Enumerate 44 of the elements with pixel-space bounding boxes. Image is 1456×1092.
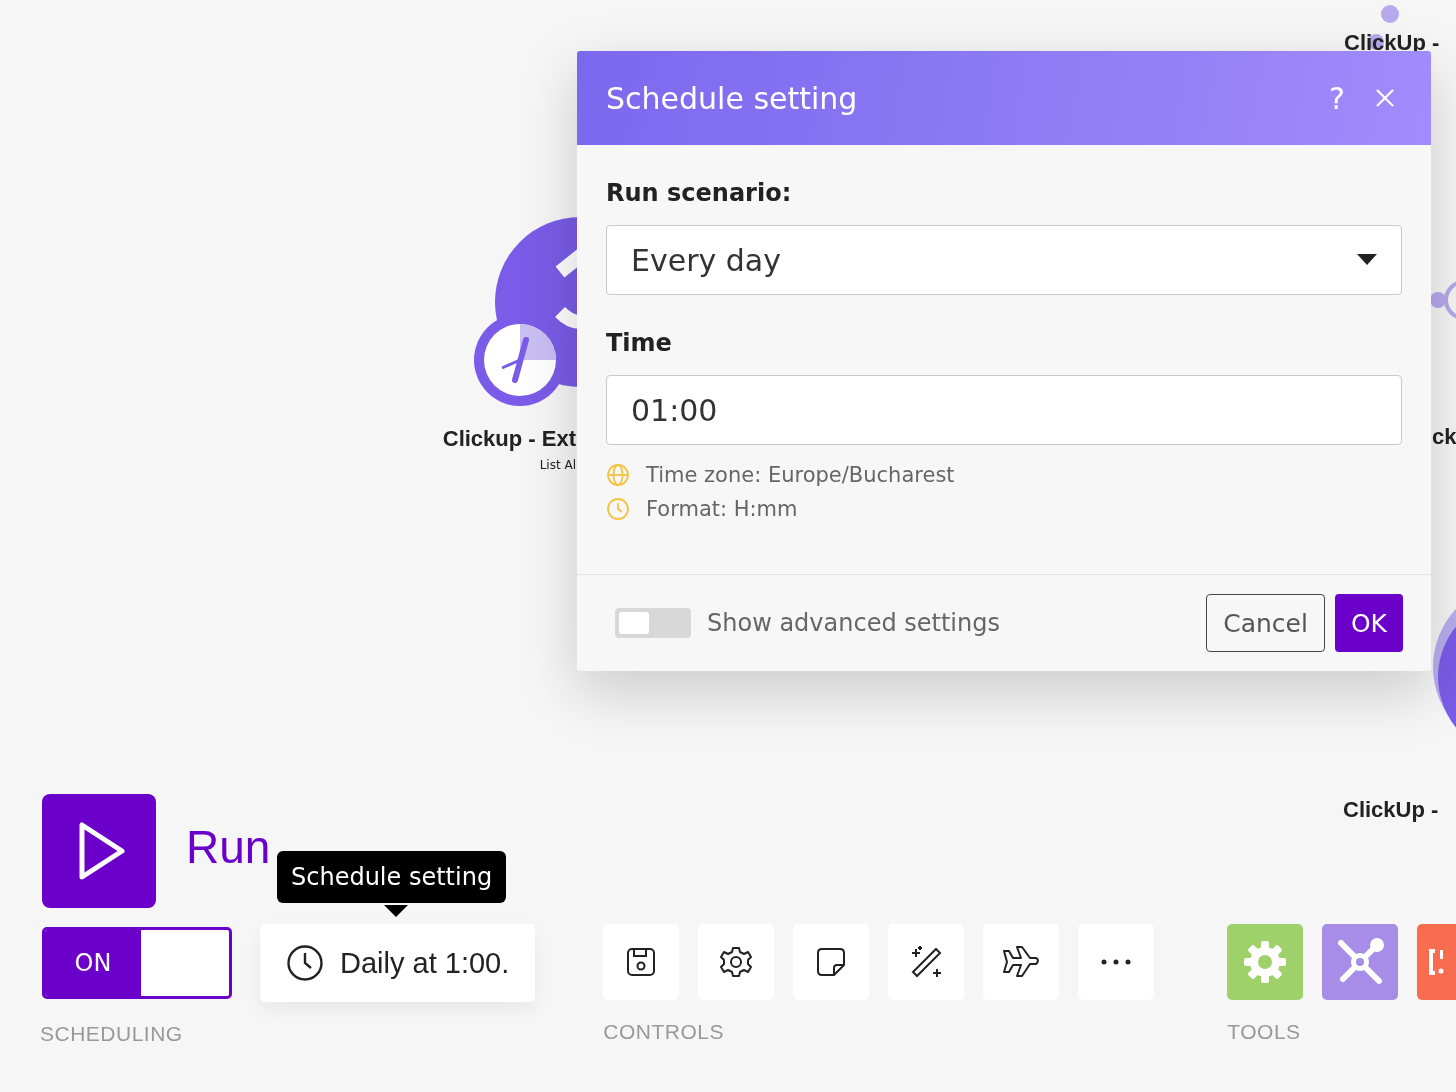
- module-title: ClickUp -: [1343, 797, 1439, 823]
- hint-text: Time zone: Europe/Bucharest: [646, 463, 955, 487]
- section-label: TOOLS: [1227, 1020, 1302, 1044]
- scheduling-switch[interactable]: ON: [42, 927, 232, 999]
- tooltip-pointer-icon: [384, 905, 408, 917]
- module-title: Clickup - Ext: [442, 426, 576, 452]
- time-input[interactable]: 01:00: [606, 375, 1402, 445]
- globe-icon: [606, 463, 630, 487]
- section-label: SCHEDULING: [40, 1022, 184, 1046]
- clock-icon: [286, 944, 324, 982]
- field-label: Time: [606, 329, 673, 357]
- run-once-label[interactable]: Run: [186, 820, 271, 874]
- tool-button[interactable]: [1417, 924, 1456, 1000]
- cancel-button[interactable]: Cancel: [1206, 594, 1325, 652]
- run-button[interactable]: [42, 794, 156, 908]
- tool-button[interactable]: [1322, 924, 1399, 1000]
- dropdown-caret-icon: [1357, 254, 1377, 266]
- module-title: ClickUp -: [1344, 30, 1440, 56]
- save-button[interactable]: [603, 924, 680, 1000]
- more-icon: [1101, 959, 1132, 965]
- play-icon: [78, 821, 126, 881]
- gear-icon: [1242, 939, 1289, 985]
- close-icon[interactable]: [1375, 88, 1395, 108]
- dialog-title: Schedule setting: [606, 80, 858, 116]
- settings-icon: [719, 945, 754, 979]
- plane-button[interactable]: [983, 924, 1060, 1000]
- ok-button[interactable]: OK: [1334, 594, 1403, 652]
- airplane-icon: [1001, 945, 1042, 979]
- advanced-settings-toggle[interactable]: [615, 608, 691, 638]
- run-scenario-select[interactable]: Every day: [606, 225, 1402, 295]
- note-icon: [815, 946, 848, 978]
- brackets-icon: [1427, 947, 1446, 977]
- note-button[interactable]: [793, 924, 870, 1000]
- section-label: CONTROLS: [603, 1020, 725, 1044]
- module-subtitle: List Al: [539, 458, 576, 472]
- field-label: Run scenario:: [606, 179, 793, 207]
- clock-icon: [606, 497, 630, 521]
- tooltip: Schedule setting: [277, 851, 507, 903]
- schedule-button[interactable]: Daily at 1:00.: [260, 924, 536, 1002]
- toggle-label: Show advanced settings: [707, 609, 1000, 637]
- magic-button[interactable]: [888, 924, 965, 1000]
- settings-button[interactable]: [698, 924, 775, 1000]
- module-title: ck: [1432, 424, 1456, 450]
- hint-text: Format: H:mm: [646, 497, 798, 521]
